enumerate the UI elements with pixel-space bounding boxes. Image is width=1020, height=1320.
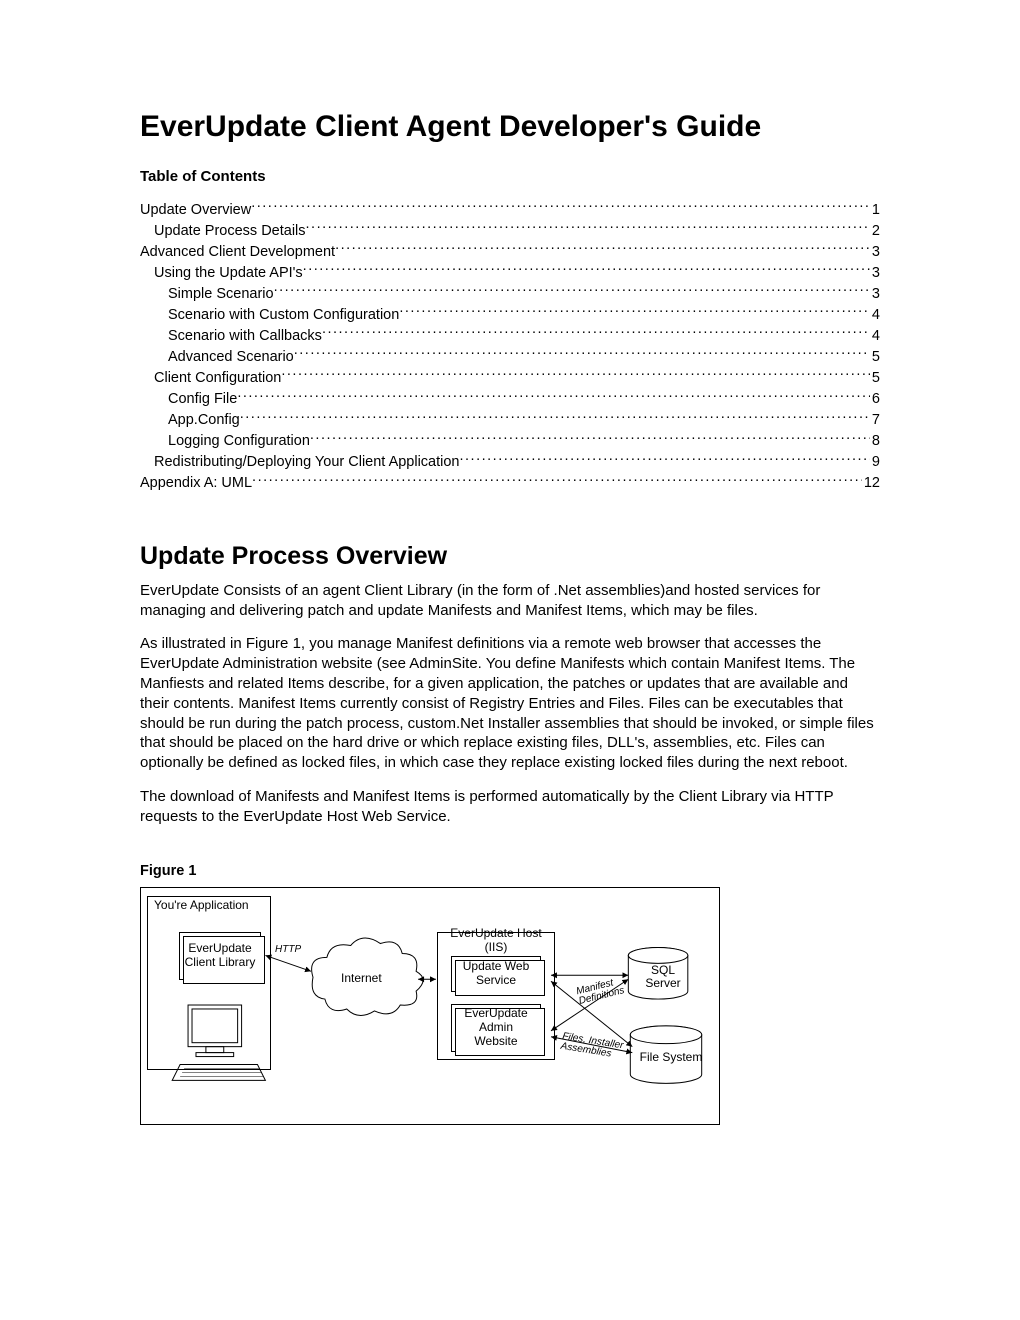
toc-dots — [274, 283, 870, 298]
toc-row: Update Process Details 2 — [140, 220, 880, 241]
toc-label: Using the Update API's — [154, 264, 303, 284]
toc-label: App.Config — [168, 411, 240, 431]
toc-row: Client Configuration 5 — [140, 368, 880, 389]
toc-page: 7 — [870, 411, 880, 431]
toc-page: 4 — [870, 306, 880, 326]
your-app-label: You're Application — [147, 896, 271, 916]
toc-dots — [281, 368, 870, 383]
figure-1-diagram: You're Application EverUpdate Client Lib… — [140, 887, 720, 1125]
toc-page: 9 — [870, 453, 880, 473]
toc-row: App.Config 7 — [140, 410, 880, 431]
toc-row: Update Overview 1 — [140, 199, 880, 220]
toc: Update Overview1Update Process Details2A… — [140, 199, 880, 494]
toc-page: 12 — [862, 474, 880, 494]
files-installer-label: Files, Installer Assemblies — [560, 1032, 642, 1064]
paragraph: EverUpdate Consists of an agent Client L… — [140, 581, 880, 621]
paragraph: The download of Manifests and Manifest I… — [140, 787, 880, 827]
toc-label: Scenario with Callbacks — [168, 327, 322, 347]
toc-label: Advanced Client Development — [140, 243, 335, 263]
toc-dots — [335, 241, 870, 256]
toc-row: Config File 6 — [140, 389, 880, 410]
web-service-box: Update Web Service — [451, 956, 541, 992]
sql-label: SQL Server — [645, 964, 681, 990]
toc-page: 3 — [870, 264, 880, 284]
toc-label: Update Process Details — [154, 222, 306, 242]
toc-row: Advanced Scenario 5 — [140, 346, 880, 367]
host-label: EverUpdate Host (IIS) — [437, 932, 555, 950]
toc-label: Scenario with Custom Configuration — [168, 306, 399, 326]
toc-page: 5 — [870, 348, 880, 368]
figure-label: Figure 1 — [140, 863, 880, 879]
toc-label: Config File — [168, 390, 237, 410]
toc-row: Using the Update API's 3 — [140, 262, 880, 283]
toc-page: 5 — [870, 369, 880, 389]
toc-dots — [240, 410, 870, 425]
toc-page: 2 — [870, 222, 880, 242]
filesystem-label: File System — [639, 1050, 703, 1064]
internet-label: Internet — [341, 971, 382, 985]
toc-label: Simple Scenario — [168, 285, 274, 305]
toc-page: 4 — [870, 327, 880, 347]
toc-label: Update Overview — [140, 201, 251, 221]
toc-row: Appendix A: UML 12 — [140, 473, 880, 494]
toc-dots — [306, 220, 870, 235]
toc-dots — [252, 473, 862, 488]
toc-dots — [460, 452, 870, 467]
manifest-def-label: Manifest Definitions — [575, 973, 638, 1007]
toc-page: 3 — [870, 243, 880, 263]
client-library-box: EverUpdate Client Library — [179, 932, 261, 980]
toc-page: 6 — [870, 390, 880, 410]
toc-label: Advanced Scenario — [168, 348, 294, 368]
toc-row: Scenario with Callbacks 4 — [140, 325, 880, 346]
toc-row: Scenario with Custom Configuration 4 — [140, 304, 880, 325]
toc-row: Logging Configuration 8 — [140, 431, 880, 452]
toc-header: Table of Contents — [140, 168, 880, 185]
section-title: Update Process Overview — [140, 542, 880, 571]
toc-dots — [322, 325, 870, 340]
toc-dots — [310, 431, 870, 446]
toc-page: 8 — [870, 432, 880, 452]
toc-row: Simple Scenario 3 — [140, 283, 880, 304]
toc-page: 1 — [870, 201, 880, 221]
toc-label: Client Configuration — [154, 369, 281, 389]
http-label: HTTP — [275, 944, 301, 955]
toc-label: Redistributing/Deploying Your Client App… — [154, 453, 460, 473]
toc-dots — [251, 199, 870, 214]
toc-dots — [294, 346, 870, 361]
paragraph: As illustrated in Figure 1, you manage M… — [140, 634, 880, 773]
page-title: EverUpdate Client Agent Developer's Guid… — [140, 110, 880, 144]
toc-page: 3 — [870, 285, 880, 305]
toc-row: Redistributing/Deploying Your Client App… — [140, 452, 880, 473]
toc-dots — [303, 262, 870, 277]
toc-dots — [399, 304, 870, 319]
toc-label: Logging Configuration — [168, 432, 310, 452]
toc-label: Appendix A: UML — [140, 474, 252, 494]
toc-dots — [237, 389, 870, 404]
toc-row: Advanced Client Development 3 — [140, 241, 880, 262]
admin-site-box: EverUpdate Admin Website — [451, 1004, 541, 1052]
